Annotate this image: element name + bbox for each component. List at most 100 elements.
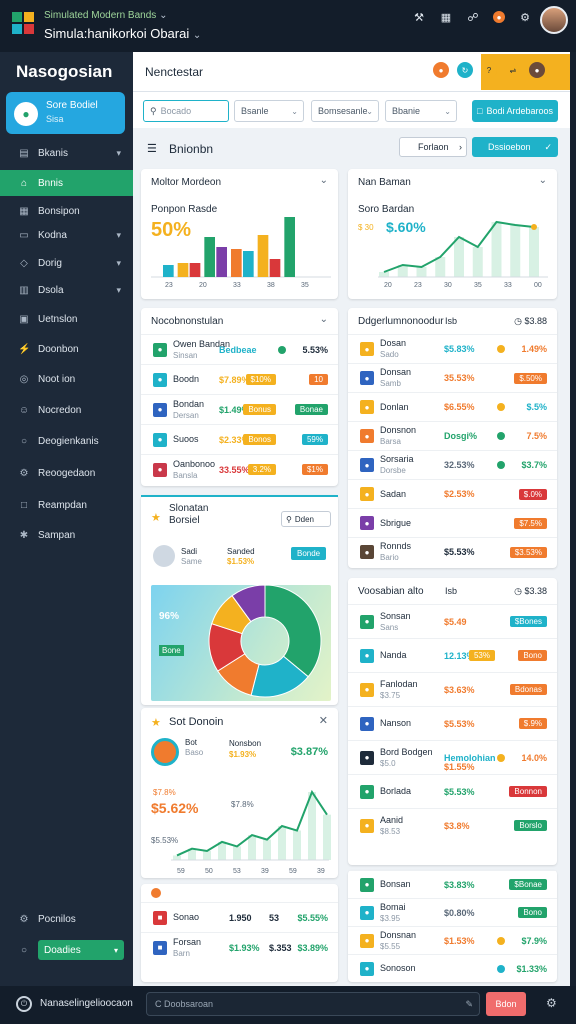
filter-select-2[interactable]: Bomsesanle ⌄ [311, 100, 379, 122]
status-badge[interactable]: 3.2% [247, 464, 276, 475]
help-icon[interactable]: ? [481, 62, 497, 78]
status-badge[interactable]: $7.5% [514, 517, 547, 529]
list-item[interactable]: ● Sorsaria Dorsbe 32.53% $3.7% [348, 450, 557, 479]
chevron-down-icon[interactable]: ⌄ [539, 175, 547, 186]
list-item[interactable]: ● Bondan Dersan $1.49% Bonus Bonae [141, 394, 338, 424]
list-item[interactable]: ● Aanid $8.53 $3.8% Borslo [348, 808, 557, 842]
bar [189, 263, 201, 277]
list-item[interactable]: ● Ronnds Bario $5.53% $3.53% [348, 537, 557, 566]
status-badge[interactable]: $Bonae [509, 879, 547, 890]
sidebar-item-7[interactable]: ⚡ Doonbon [0, 336, 133, 362]
chevron-down-icon[interactable]: ⌄ [159, 10, 167, 21]
status-badge[interactable]: 59% [301, 434, 328, 445]
status-badge[interactable]: $1% [301, 464, 328, 475]
search-input[interactable]: ⚲ Bocado [143, 100, 229, 122]
tools-icon[interactable]: ⚒ [412, 10, 426, 24]
status-badge[interactable]: $.0% [518, 488, 547, 500]
status-badge[interactable]: Bonus [243, 404, 276, 415]
list-item[interactable]: ● Bonsan $3.83% $Bonae [348, 870, 557, 898]
status-badge[interactable]: Bonos [243, 434, 276, 445]
list-item[interactable]: ● Oanbonoo Bansla 33.55% 3.2% $1% [141, 454, 338, 484]
list-item[interactable]: ● Bomai $3.95 $0.80% Bono [348, 898, 557, 926]
notification-icon[interactable]: ● [493, 11, 505, 23]
profile-card[interactable]: ● Sore Bodiel Sisa [6, 92, 125, 134]
list-item[interactable]: ● Sonoson $1.33% [348, 954, 557, 982]
list-item[interactable]: ● Donsnan $5.55 $1.53% $7.9% [348, 926, 557, 954]
header-avatar[interactable]: ● [529, 62, 545, 78]
list-item[interactable]: ● Nanda 12.13% 53% Bono [348, 638, 557, 672]
sidebar-item-4[interactable]: ◇ Dorig ▾ [0, 250, 133, 276]
list-item[interactable]: ● Borlada $5.53% Bonnon [348, 774, 557, 808]
sidebar-item-0[interactable]: ▤ Bkanis ▾ [0, 140, 133, 166]
sidebar-item-5[interactable]: ▥ Dsola ▾ [0, 277, 133, 303]
forlaon-button[interactable]: Forlaon › [399, 137, 467, 157]
grid-icon[interactable]: ▦ [439, 10, 453, 24]
sidebar-item-3[interactable]: ▭ Kodna ▾ [0, 222, 133, 248]
status-badge[interactable]: $.50% [514, 372, 547, 384]
sidebar-item-12[interactable]: □ Reampdan [0, 492, 133, 518]
power-icon[interactable]: ⏻ [16, 996, 32, 1012]
add-report-button[interactable]: □ Bodi Ardebaroos [472, 100, 558, 122]
close-icon[interactable]: ✕ [319, 714, 328, 727]
sidebar-item-2[interactable]: ▦ Bonsipon [0, 198, 133, 224]
sidebar-item-6[interactable]: ▣ Uetnslon [0, 306, 133, 332]
sidebar-item-13[interactable]: ✱ Sampan [0, 522, 133, 548]
sidebar-item-8[interactable]: ◎ Noot ion [0, 366, 133, 392]
chevron-down-icon[interactable]: ⌄ [320, 175, 328, 186]
chevron-down-icon[interactable]: ⌄ [193, 30, 201, 41]
pie-search[interactable]: ⚲ Dden [281, 511, 331, 527]
filter-select-3[interactable]: Bbanie ⌄ [385, 100, 457, 122]
list-item[interactable]: ● Nanson $5.53% $.9% [348, 706, 557, 740]
list-item[interactable]: ● Dosan Sado $5.83% 1.49% [348, 334, 557, 363]
bar [204, 237, 215, 277]
list-item[interactable]: ● Boodn $7.89% $10% 10 [141, 364, 338, 394]
item-sub: $3.75 [380, 690, 401, 700]
status-badge[interactable]: $.9% [518, 718, 547, 729]
alert-icon[interactable]: ● [433, 62, 449, 78]
status-badge[interactable]: 10 [309, 374, 328, 385]
sidebar-item-1[interactable]: ⌂ Bnnis [0, 170, 133, 196]
sidebar-item-10[interactable]: ○ Deogienkanis [0, 428, 133, 454]
refresh-icon[interactable]: ↻ [457, 62, 473, 78]
user-avatar[interactable] [540, 6, 568, 34]
sidebar-item-pocnilos[interactable]: ⚙ Pocnilos [0, 906, 133, 932]
action-button[interactable]: Bdon [486, 992, 526, 1016]
status-badge[interactable]: Bono [518, 907, 547, 918]
chevron-down-icon[interactable]: ⌄ [320, 314, 328, 325]
badge[interactable]: Bonde [291, 547, 327, 560]
list-item[interactable]: ● Donsan Samb 35.53% $.50% [348, 363, 557, 392]
status-badge[interactable]: Borslo [514, 820, 547, 831]
list-item[interactable]: ■ Forsan Barn $1.93% $.353 $3.89% [141, 932, 338, 962]
status-badge[interactable]: Bonnon [509, 786, 547, 797]
link-icon[interactable]: ☍ [466, 10, 480, 24]
status-badge[interactable]: Bono [518, 650, 547, 661]
list-item[interactable]: ■ Sonao 1.950 53 $5.55% [141, 902, 338, 932]
list-item[interactable]: ● Owen Bandan Sinsan Bedbeae 5.53% [141, 334, 338, 364]
status-badge[interactable]: $Bones [509, 616, 547, 627]
sidebar-item-11[interactable]: ⚙ Reoogedaon [0, 460, 133, 486]
status-badge[interactable]: $3.53% [509, 546, 547, 558]
gear-icon[interactable]: ⚙ [546, 996, 557, 1010]
list-item[interactable]: ● Suoos $2.33% Bonos 59% [141, 424, 338, 454]
list-item[interactable]: ● Donsnon Barsa Dosgi% 7.5% [348, 421, 557, 450]
item-sub: $5.55 [380, 941, 401, 951]
filter-select-1[interactable]: Bsanle ⌄ [234, 100, 304, 122]
settings-icon[interactable]: ⚙ [518, 10, 532, 24]
list-item[interactable]: ● Bord Bodgen $5.0 Hemolohian $1.55% 14.0% [348, 740, 557, 774]
layers-icon: ☰ [147, 143, 157, 155]
status-badge[interactable]: 53% [468, 650, 495, 661]
list-item[interactable]: ● Donlan $6.55% $.5% [348, 392, 557, 421]
window-title[interactable]: Simula:hanikorkoi Obarai ⌄ [44, 26, 201, 41]
list-item[interactable]: ● Fanlodan $3.75 $3.63% Bdonas [348, 672, 557, 706]
shuffle-icon[interactable]: ⇌ [505, 62, 521, 78]
list-item[interactable]: ● Sonsan Sans $5.49 $Bones [348, 604, 557, 638]
dssioebon-button[interactable]: Dssioebon ✓ [472, 137, 558, 157]
status-badge[interactable]: Bdonas [509, 684, 547, 695]
doadies-button[interactable]: Doadies ▾ [38, 940, 124, 960]
list-item[interactable]: ● Sadan $2.53% $.0% [348, 479, 557, 508]
command-input[interactable]: C Doobsaroan ✎ [146, 992, 480, 1016]
sidebar-item-9[interactable]: ☺ Nocredon [0, 397, 133, 423]
status-badge[interactable]: Bonae [294, 404, 328, 415]
status-badge[interactable]: $10% [245, 374, 276, 385]
list-item[interactable]: ● Sbrigue $7.5% [348, 508, 557, 537]
